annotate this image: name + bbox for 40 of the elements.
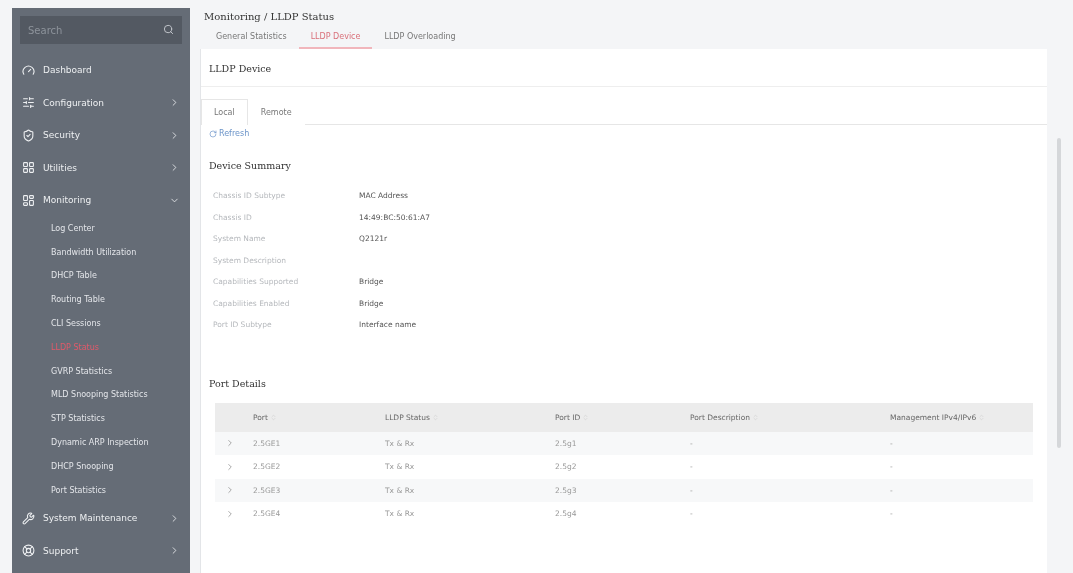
search-icon	[163, 24, 174, 35]
grid-icon	[22, 161, 35, 175]
sidebar-subitem[interactable]: CLI Sessions	[20, 311, 182, 336]
expand-icon[interactable]	[225, 461, 235, 472]
sidebar-subitem[interactable]: Log Center	[20, 216, 182, 241]
sidebar-subitem[interactable]: DHCP Table	[20, 264, 182, 288]
refresh-icon	[209, 129, 217, 138]
section-title: Port Details	[208, 377, 267, 389]
expand-icon[interactable]	[225, 485, 235, 496]
sidebar-item[interactable]: Utilities	[20, 151, 182, 184]
sidebar-item[interactable]: Security	[20, 119, 182, 152]
card-title: LLDP Device	[201, 49, 1047, 87]
sidebar-subitem[interactable]: DHCP Snooping	[20, 454, 182, 479]
wrench-icon	[22, 511, 35, 525]
expand-icon[interactable]	[225, 438, 235, 449]
sidebar-subitem[interactable]: Routing Table	[20, 287, 182, 312]
subtab[interactable]: Local	[201, 99, 248, 125]
breadcrumb: Monitoring / LLDP Status	[203, 10, 336, 22]
sidebar-item[interactable]: System Maintenance	[20, 502, 182, 535]
refresh-link[interactable]: Refresh	[209, 129, 250, 138]
section-title: Device Summary	[208, 160, 292, 171]
sidebar-subitem[interactable]: MLD Snooping Statistics	[20, 383, 182, 407]
shield-icon	[22, 128, 35, 142]
sidebar-subitem[interactable]: Bandwidth Utilization	[20, 240, 182, 265]
search-field[interactable]: Search	[20, 16, 182, 44]
sidebar-item[interactable]: Configuration	[20, 86, 182, 119]
sliders-icon	[22, 96, 35, 110]
sidebar-item[interactable]: Dashboard	[20, 54, 182, 87]
lifebuoy-icon	[22, 544, 35, 558]
sidebar-item[interactable]: Support	[20, 534, 182, 568]
tab[interactable]: LLDP Overloading	[372, 28, 468, 49]
dashboard-icon	[22, 193, 35, 207]
tab[interactable]: General Statistics	[204, 28, 299, 49]
sidebar-subitem[interactable]: Port Statistics	[20, 478, 182, 503]
sidebar-item[interactable]: Monitoring	[20, 184, 182, 217]
gauge-icon	[22, 63, 35, 77]
expand-icon[interactable]	[225, 508, 235, 519]
sidebar-subitem[interactable]: STP Statistics	[20, 406, 182, 431]
sidebar-subitem[interactable]: GVRP Statistics	[20, 359, 182, 384]
sidebar-subitem[interactable]: Dynamic ARP Inspection	[20, 430, 182, 455]
